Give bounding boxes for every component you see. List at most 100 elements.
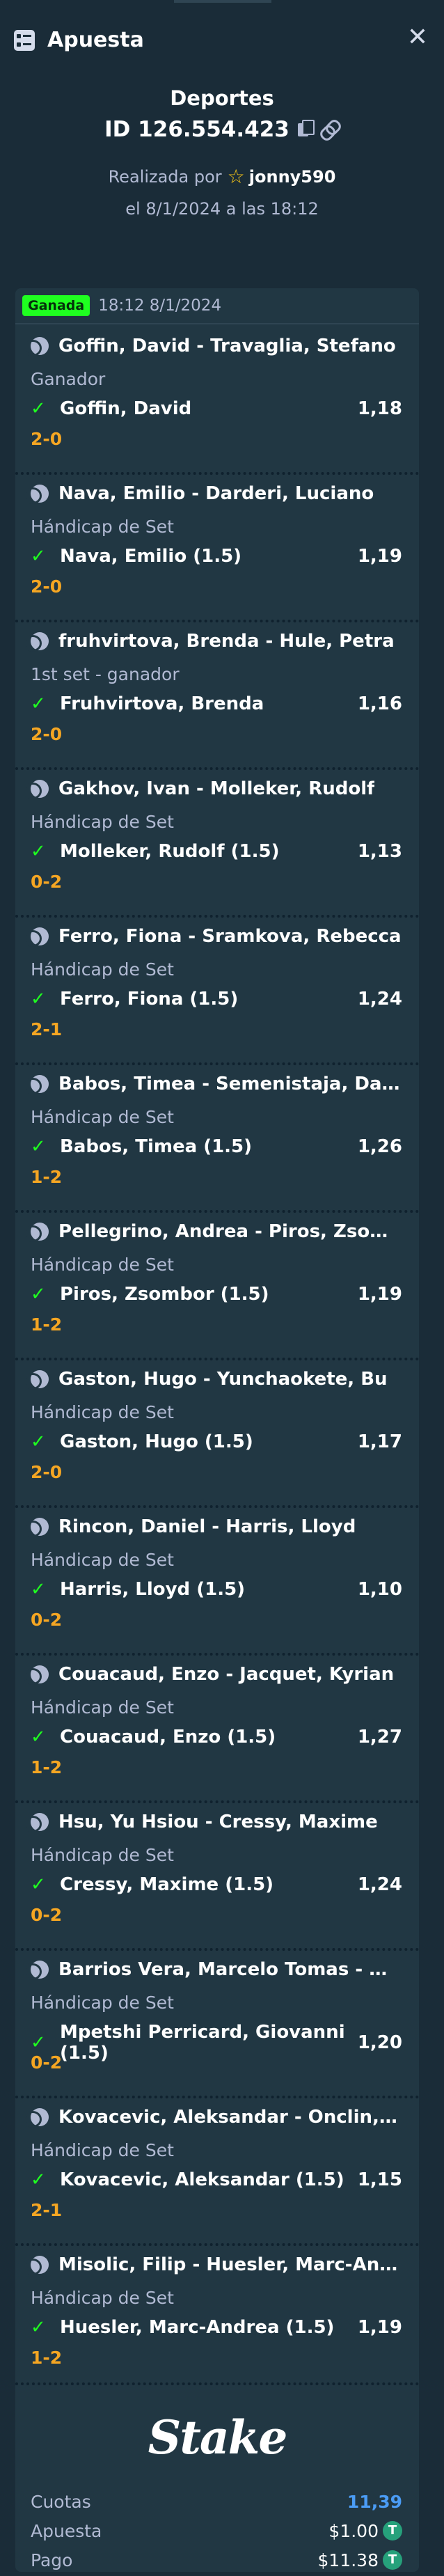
divider xyxy=(15,472,419,475)
divider xyxy=(15,767,419,770)
check-icon: ✓ xyxy=(31,1431,46,1452)
event-name[interactable]: Gaston, Hugo - Yunchaokete, Bu xyxy=(58,1369,388,1390)
leg-odds: 1,24 xyxy=(357,1874,402,1895)
event-name[interactable]: Pellegrino, Andrea - Piros, Zsombor xyxy=(58,1221,402,1242)
leg-event-row[interactable]: Nava, Emilio - Darderi, Luciano xyxy=(24,483,402,504)
stake-value: $1.00 xyxy=(328,2520,379,2541)
summary-odds-row: Cuotas 11,39 xyxy=(31,2487,402,2516)
bet-leg: Pellegrino, Andrea - Piros, Zsombor Hándi… xyxy=(15,1210,419,1358)
odds-total: 11,39 xyxy=(347,2491,402,2512)
selection-name: Mpetshi Perricard, Giovanni (1.5) xyxy=(60,2022,345,2064)
check-icon: ✓ xyxy=(31,398,46,419)
selection-name: Cressy, Maxime (1.5) xyxy=(60,1874,274,1895)
selection-name: Ferro, Fiona (1.5) xyxy=(60,989,239,1010)
leg-event-row[interactable]: Hsu, Yu Hsiou - Cressy, Maxime xyxy=(24,1812,402,1832)
selection-name: Babos, Timea (1.5) xyxy=(60,1136,253,1157)
leg-score: 0-2 xyxy=(31,1610,63,1630)
leg-odds: 1,26 xyxy=(357,1136,402,1157)
leg-odds: 1,19 xyxy=(357,2317,402,2338)
event-name[interactable]: Goffin, David - Travaglia, Stefano xyxy=(58,336,396,356)
selection-row: ✓ Huesler, Marc-Andrea (1.5) 1,19 xyxy=(31,2317,402,2338)
leg-odds: 1,13 xyxy=(357,841,402,862)
market-name: Hándicap de Set xyxy=(31,959,174,980)
copy-icon[interactable] xyxy=(297,120,315,138)
check-icon: ✓ xyxy=(31,1284,46,1305)
tether-icon: T xyxy=(383,2550,402,2570)
modal-title: Apuesta xyxy=(47,28,144,52)
tennis-icon xyxy=(24,927,49,947)
divider xyxy=(15,1948,419,1951)
star-icon: ☆ xyxy=(227,165,245,188)
market-name: Hándicap de Set xyxy=(31,2140,174,2160)
leg-event-row[interactable]: Gaston, Hugo - Yunchaokete, Bu xyxy=(24,1369,402,1390)
leg-odds: 1,24 xyxy=(357,989,402,1010)
divider xyxy=(15,2243,419,2246)
event-name[interactable]: Gakhov, Ivan - Molleker, Rudolf xyxy=(58,778,374,799)
leg-event-row[interactable]: Ferro, Fiona - Sramkova, Rebecca xyxy=(24,926,402,947)
bet-leg: Babos, Timea - Semenistaja, Darja Hándica… xyxy=(15,1062,419,1210)
link-icon[interactable] xyxy=(317,117,344,143)
event-name[interactable]: Barrios Vera, Marcelo Tomas - Mpetshi Pe… xyxy=(58,1959,402,1980)
bet-legs: Goffin, David - Travaglia, Stefano Ganado… xyxy=(15,324,419,2391)
divider xyxy=(15,915,419,918)
divider xyxy=(15,1800,419,1803)
selection-row: ✓ Babos, Timea (1.5) 1,26 xyxy=(31,1136,402,1157)
leg-event-row[interactable]: fruhvirtova, Brenda - Hule, Petra xyxy=(24,631,402,652)
modal-header: Apuesta ✕ xyxy=(0,0,444,82)
bet-leg: Couacaud, Enzo - Jacquet, Kyrian Hándicap… xyxy=(15,1653,419,1800)
check-icon: ✓ xyxy=(31,2317,46,2338)
leg-event-row[interactable]: Goffin, David - Travaglia, Stefano xyxy=(24,336,402,356)
bet-leg: fruhvirtova, Brenda - Hule, Petra 1st set… xyxy=(15,620,419,767)
event-name[interactable]: Couacaud, Enzo - Jacquet, Kyrian xyxy=(58,1664,394,1685)
leg-score: 0-2 xyxy=(31,872,63,892)
leg-event-row[interactable]: Pellegrino, Andrea - Piros, Zsombor xyxy=(24,1221,402,1242)
divider xyxy=(15,1210,419,1213)
bet-leg: Gakhov, Ivan - Molleker, Rudolf Hándicap … xyxy=(15,767,419,915)
divider xyxy=(15,620,419,622)
event-name[interactable]: Misolic, Filip - Huesler, Marc-Andrea xyxy=(58,2254,402,2275)
divider xyxy=(15,2382,419,2385)
leg-event-row[interactable]: Misolic, Filip - Huesler, Marc-Andrea xyxy=(24,2254,402,2275)
leg-score: 1-2 xyxy=(31,2348,63,2368)
leg-score: 2-0 xyxy=(31,1462,63,1482)
leg-event-row[interactable]: Kovacevic, Aleksandar - Onclin, Gauthier xyxy=(24,2107,402,2128)
bet-info: Deportes ID 126.554.423 Realizada por ☆ … xyxy=(0,82,444,219)
sport-label: Deportes xyxy=(170,86,274,110)
selection-row: ✓ Mpetshi Perricard, Giovanni (1.5) 1,20 xyxy=(31,2022,402,2064)
tennis-icon xyxy=(24,780,49,799)
username-link[interactable]: jonny590 xyxy=(249,167,336,187)
bet-card: Ganada 18:12 8/1/2024 Goffin, David - Tr… xyxy=(15,288,419,2572)
check-icon: ✓ xyxy=(31,1727,46,1748)
event-name[interactable]: Hsu, Yu Hsiou - Cressy, Maxime xyxy=(58,1812,378,1832)
placed-by-prefix: Realizada por xyxy=(108,167,222,187)
event-name[interactable]: Kovacevic, Aleksandar - Onclin, Gauthier xyxy=(58,2107,402,2128)
selection-name: Piros, Zsombor (1.5) xyxy=(60,1284,269,1305)
leg-event-row[interactable]: Babos, Timea - Semenistaja, Darja xyxy=(24,1074,402,1094)
selection-name: Gaston, Hugo (1.5) xyxy=(60,1431,253,1452)
check-icon: ✓ xyxy=(31,693,46,714)
leg-odds: 1,17 xyxy=(357,1431,402,1452)
selection-row: ✓ Ferro, Fiona (1.5) 1,24 xyxy=(31,989,402,1010)
leg-event-row[interactable]: Barrios Vera, Marcelo Tomas - Mpetshi Pe… xyxy=(24,1959,402,1980)
leg-event-row[interactable]: Rincon, Daniel - Harris, Lloyd xyxy=(24,1516,402,1537)
market-name: Hándicap de Set xyxy=(31,2288,174,2308)
leg-score: 2-1 xyxy=(31,1019,63,1039)
leg-score: 2-0 xyxy=(31,724,63,744)
event-name[interactable]: Nava, Emilio - Darderi, Luciano xyxy=(58,483,374,504)
event-name[interactable]: fruhvirtova, Brenda - Hule, Petra xyxy=(58,631,395,652)
leg-event-row[interactable]: Couacaud, Enzo - Jacquet, Kyrian xyxy=(24,1664,402,1685)
tennis-icon xyxy=(24,485,49,504)
event-name[interactable]: Ferro, Fiona - Sramkova, Rebecca xyxy=(58,926,402,947)
leg-odds: 1,27 xyxy=(357,1727,402,1748)
leg-score: 2-0 xyxy=(31,429,63,449)
check-icon: ✓ xyxy=(31,2169,46,2190)
leg-event-row[interactable]: Gakhov, Ivan - Molleker, Rudolf xyxy=(24,778,402,799)
divider xyxy=(15,2096,419,2098)
bet-leg: Kovacevic, Aleksandar - Onclin, Gauthier… xyxy=(15,2096,419,2243)
check-icon: ✓ xyxy=(31,1874,46,1895)
card-footer: Stake Cuotas 11,39 Apuesta $1.00 T Pago … xyxy=(15,2382,419,2572)
event-name[interactable]: Babos, Timea - Semenistaja, Darja xyxy=(58,1074,402,1094)
close-icon[interactable]: ✕ xyxy=(405,25,430,50)
event-name[interactable]: Rincon, Daniel - Harris, Lloyd xyxy=(58,1516,356,1537)
selection-name: Goffin, David xyxy=(60,398,192,419)
